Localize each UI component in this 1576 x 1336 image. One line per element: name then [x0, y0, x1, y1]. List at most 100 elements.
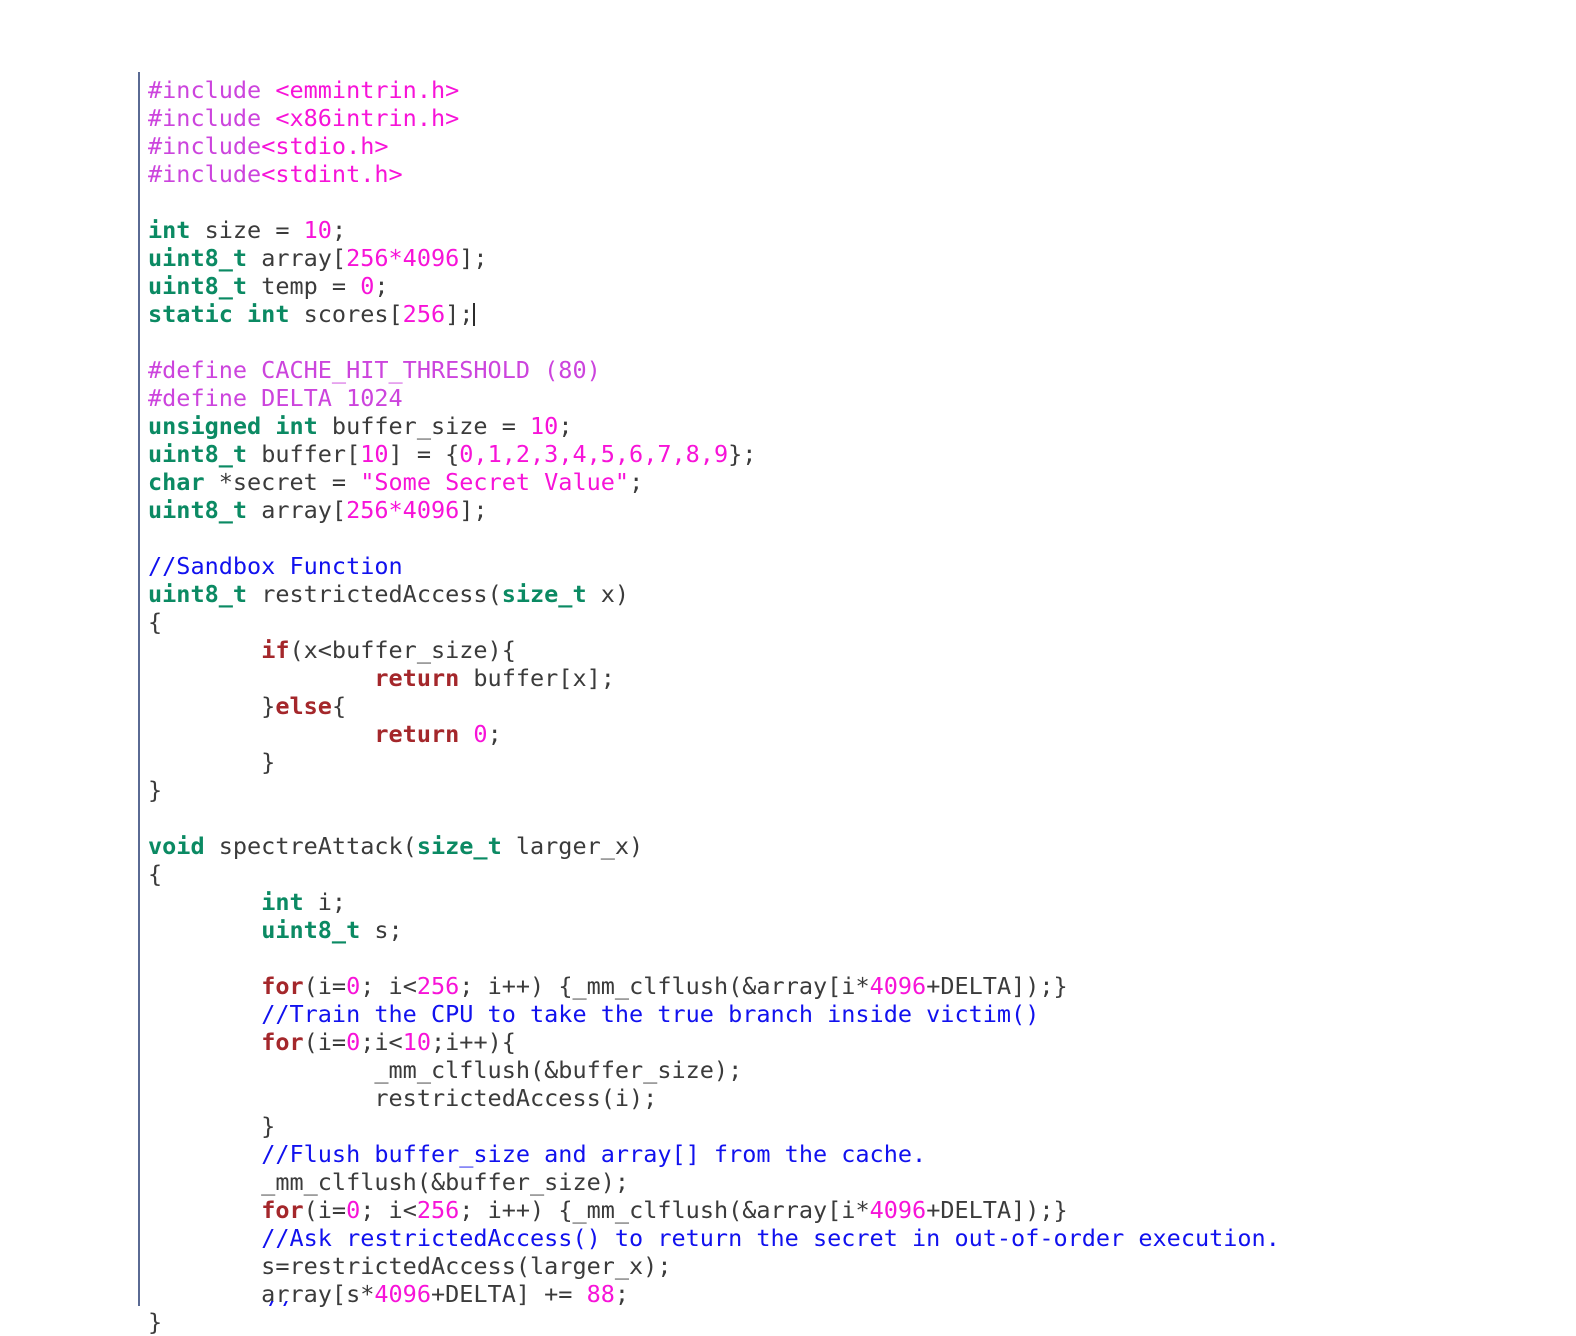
code-token-pre: #include: [148, 160, 262, 188]
code-line[interactable]: static int scores[256];: [148, 300, 1568, 328]
code-line[interactable]: }: [148, 1112, 1568, 1140]
code-line[interactable]: uint8_t s;: [148, 916, 1568, 944]
code-token-plain: array[: [247, 244, 347, 272]
code-token-cmt: //Ask restrictedAccess() to return the s…: [261, 1224, 1280, 1252]
code-line[interactable]: {: [148, 608, 1568, 636]
code-token-num: 256*4096: [346, 496, 460, 524]
code-line[interactable]: }: [148, 776, 1568, 804]
code-token-plain: }: [148, 748, 276, 776]
code-token-plain: buffer_size =: [317, 412, 531, 440]
code-token-num: 256: [416, 972, 460, 1000]
code-token-plain: size =: [190, 216, 304, 244]
code-token-plain: +DELTA]);}: [926, 972, 1068, 1000]
code-line[interactable]: int size = 10;: [148, 216, 1568, 244]
code-line[interactable]: [148, 328, 1568, 356]
code-line[interactable]: #include<stdio.h>: [148, 132, 1568, 160]
code-token-num: 0: [346, 1028, 361, 1056]
code-line[interactable]: restrictedAccess(i);: [148, 1084, 1568, 1112]
code-line[interactable]: if(x<buffer_size){: [148, 636, 1568, 664]
code-line[interactable]: //Ask restrictedAccess() to return the s…: [148, 1224, 1568, 1252]
code-line[interactable]: uint8_t temp = 0;: [148, 272, 1568, 300]
code-line[interactable]: for(i=0; i<256; i++) {_mm_clflush(&array…: [148, 972, 1568, 1000]
code-line[interactable]: for(i=0;i<10;i++){: [148, 1028, 1568, 1056]
code-token-str: "Some Secret Value": [360, 468, 630, 496]
code-line[interactable]: #define DELTA 1024: [148, 384, 1568, 412]
code-line[interactable]: }else{: [148, 692, 1568, 720]
code-token-header: <stdint.h>: [261, 160, 403, 188]
code-token-plain: }: [148, 1308, 163, 1336]
code-token-plain: {: [331, 692, 347, 720]
code-line[interactable]: for(i=0; i<256; i++) {_mm_clflush(&array…: [148, 1196, 1568, 1224]
code-token-type: int: [261, 888, 304, 916]
code-token-header: <x86intrin.h>: [275, 104, 460, 132]
code-token-num: 0: [346, 1196, 361, 1224]
code-token-plain: ;: [487, 720, 502, 748]
code-editor[interactable]: #include <emmintrin.h> #include <x86intri…: [0, 0, 1576, 1336]
code-token-num: 10: [360, 440, 389, 468]
code-line[interactable]: uint8_t array[256*4096];: [148, 496, 1568, 524]
code-line[interactable]: //Train the CPU to take the true branch …: [148, 1000, 1568, 1028]
code-token-plain: ;: [558, 412, 573, 440]
code-token-type: char: [148, 468, 205, 496]
code-token-type: size_t: [501, 580, 587, 608]
code-line[interactable]: uint8_t array[256*4096];: [148, 244, 1568, 272]
code-line[interactable]: _mm_clflush(&buffer_size);: [148, 1056, 1568, 1084]
code-line[interactable]: [148, 804, 1568, 832]
code-line[interactable]: unsigned int buffer_size = 10;: [148, 412, 1568, 440]
code-line[interactable]: void spectreAttack(size_t larger_x): [148, 832, 1568, 860]
code-token-pre: #define DELTA 1024: [148, 384, 403, 412]
code-line[interactable]: //Sandbox Function: [148, 552, 1568, 580]
code-token-plain: ; i<: [360, 972, 417, 1000]
code-token-plain: x): [586, 580, 630, 608]
code-token-plain: restrictedAccess(: [247, 580, 502, 608]
code-line[interactable]: uint8_t buffer[10] = {0,1,2,3,4,5,6,7,8,…: [148, 440, 1568, 468]
code-line[interactable]: #include <x86intrin.h>: [148, 104, 1568, 132]
editor-margin-guide: [138, 72, 140, 1306]
code-line[interactable]: char *secret = "Some Secret Value";: [148, 468, 1568, 496]
code-token-plain: buffer[x];: [459, 664, 615, 692]
text-caret: [473, 303, 476, 326]
code-line[interactable]: [148, 188, 1568, 216]
code-token-pre: #define CACHE_HIT_THRESHOLD (80): [148, 356, 601, 384]
code-token-plain: }: [148, 692, 276, 720]
code-token-plain: ;i<: [360, 1028, 403, 1056]
code-token-num: 0: [473, 720, 488, 748]
code-token-plain: ];: [445, 300, 474, 328]
code-line[interactable]: }: [148, 748, 1568, 776]
code-line[interactable]: [148, 524, 1568, 552]
code-token-plain: ];: [459, 496, 488, 524]
code-line[interactable]: return buffer[x];: [148, 664, 1568, 692]
code-line[interactable]: #include<stdint.h>: [148, 160, 1568, 188]
code-token-kw: for: [261, 1028, 304, 1056]
code-token-plain: (i=: [303, 972, 347, 1000]
code-token-plain: (i=: [303, 1028, 347, 1056]
code-line[interactable]: _mm_clflush(&buffer_size);: [148, 1168, 1568, 1196]
code-line[interactable]: uint8_t restrictedAccess(size_t x): [148, 580, 1568, 608]
code-token-cmt: //Flush buffer_size and array[] from the…: [261, 1140, 927, 1168]
code-token-plain: {: [148, 860, 163, 888]
code-token-plain: temp =: [247, 272, 361, 300]
code-line[interactable]: s=restrictedAccess(larger_x);: [148, 1252, 1568, 1280]
code-token-num: 4096: [374, 1280, 431, 1308]
code-line[interactable]: [148, 944, 1568, 972]
code-line[interactable]: return 0;: [148, 720, 1568, 748]
code-line[interactable]: }: [148, 1308, 1568, 1336]
code-line[interactable]: #include <emmintrin.h>: [148, 76, 1568, 104]
code-line[interactable]: int i;: [148, 888, 1568, 916]
code-content[interactable]: #include <emmintrin.h> #include <x86intri…: [148, 76, 1568, 1336]
code-token-num: 256: [402, 300, 446, 328]
code-line[interactable]: //Flush buffer_size and array[] from the…: [148, 1140, 1568, 1168]
code-token-pre: #include: [148, 132, 262, 160]
code-token-kw: else: [275, 692, 332, 720]
code-line[interactable]: {: [148, 860, 1568, 888]
code-line[interactable]: #define CACHE_HIT_THRESHOLD (80): [148, 356, 1568, 384]
code-token-num: 256: [416, 1196, 460, 1224]
code-token-plain: ;: [331, 216, 347, 244]
code-token-plain: (i=: [303, 1196, 347, 1224]
code-line[interactable]: array[s*4096+DELTA] += 88;: [148, 1280, 1568, 1308]
